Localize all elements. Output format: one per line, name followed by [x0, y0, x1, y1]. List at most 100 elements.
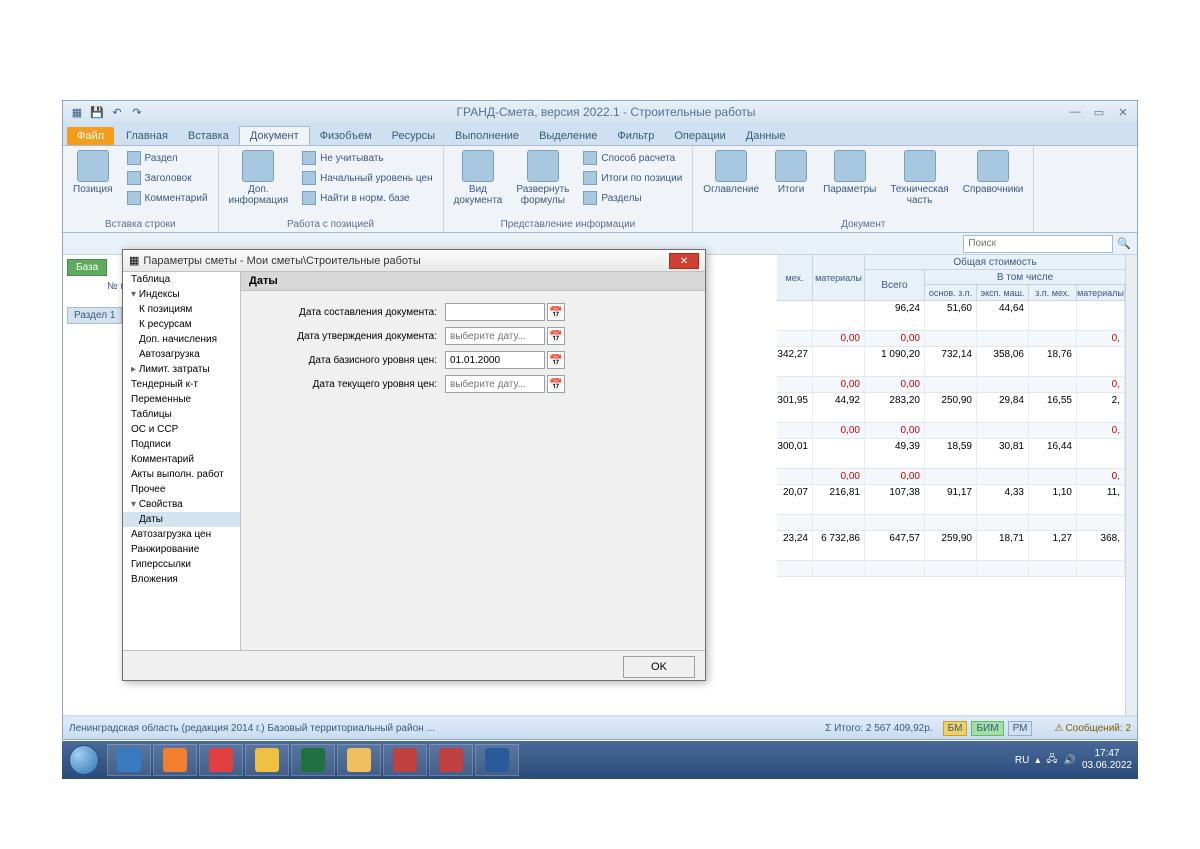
calendar-icon[interactable]: 📅: [547, 351, 565, 369]
taskbar-item-app2[interactable]: [429, 744, 473, 776]
dialog-close-button[interactable]: ✕: [669, 253, 699, 269]
tree-item[interactable]: Доп. начисления: [123, 332, 240, 347]
tree-item[interactable]: Переменные: [123, 392, 240, 407]
razdely-button[interactable]: Разделы: [579, 188, 686, 208]
date-input-0[interactable]: [445, 303, 545, 321]
calendar-icon[interactable]: 📅: [547, 375, 565, 393]
ok-button[interactable]: OK: [623, 656, 695, 678]
oglav-button[interactable]: Оглавление: [699, 148, 763, 197]
table-row[interactable]: 0,000,000,: [777, 469, 1125, 485]
tree-item[interactable]: Индексы: [123, 287, 240, 302]
ribbon-tab-7[interactable]: Выделение: [529, 127, 607, 145]
tree-item[interactable]: К позициям: [123, 302, 240, 317]
tree-item[interactable]: Свойства: [123, 497, 240, 512]
tree-item[interactable]: Прочее: [123, 482, 240, 497]
table-row[interactable]: 96,2451,6044,64: [777, 301, 1125, 331]
ribbon-tab-5[interactable]: Ресурсы: [382, 127, 445, 145]
tech-button[interactable]: Техническаячасть: [886, 148, 952, 208]
table-row[interactable]: 23,246 732,86647,57259,9018,711,27368,: [777, 531, 1125, 561]
table-row[interactable]: 0,000,000,: [777, 377, 1125, 393]
tray-network-icon[interactable]: 🖧: [1046, 752, 1057, 769]
tree-item[interactable]: Лимит. затраты: [123, 362, 240, 377]
ribbon-tab-3[interactable]: Документ: [239, 126, 310, 145]
tree-item[interactable]: К ресурсам: [123, 317, 240, 332]
itogi-button[interactable]: Итоги: [769, 148, 813, 197]
tree-item[interactable]: Автозагрузка: [123, 347, 240, 362]
komment-button[interactable]: Комментарий: [123, 188, 212, 208]
naytinorm-button[interactable]: Найти в норм. базе: [298, 188, 436, 208]
table-row[interactable]: 300,0149,3918,5930,8116,44: [777, 439, 1125, 469]
save-icon[interactable]: 💾: [89, 104, 105, 120]
dopinfo-button[interactable]: Доп.информация: [225, 148, 293, 208]
taskbar-item-opera[interactable]: [199, 744, 243, 776]
search-input[interactable]: [963, 235, 1113, 253]
neuchit-button[interactable]: Не учитывать: [298, 148, 436, 168]
param-button[interactable]: Параметры: [819, 148, 880, 197]
ribbon-tab-0[interactable]: Файл: [67, 127, 114, 145]
taskbar-item-explorer[interactable]: [337, 744, 381, 776]
nachur-button[interactable]: Начальный уровень цен: [298, 168, 436, 188]
tree-item[interactable]: Таблицы: [123, 407, 240, 422]
ribbon-tab-9[interactable]: Операции: [664, 127, 735, 145]
ribbon-tab-10[interactable]: Данные: [736, 127, 796, 145]
date-input-1[interactable]: [445, 327, 545, 345]
tree-item[interactable]: Тендерный к-т: [123, 377, 240, 392]
taskbar-item-word[interactable]: [475, 744, 519, 776]
close-button[interactable]: ✕: [1115, 106, 1131, 119]
taskbar-item-media[interactable]: [153, 744, 197, 776]
search-icon[interactable]: 🔍: [1117, 237, 1131, 250]
calendar-icon[interactable]: 📅: [547, 303, 565, 321]
zagolovok-button[interactable]: Заголовок: [123, 168, 212, 188]
tree-item[interactable]: ОС и ССР: [123, 422, 240, 437]
restore-button[interactable]: ▭: [1091, 106, 1107, 119]
tray-lang[interactable]: RU: [1015, 755, 1029, 766]
tree-item[interactable]: Даты: [123, 512, 240, 527]
tree-item[interactable]: Подписи: [123, 437, 240, 452]
undo-icon[interactable]: ↶: [109, 104, 125, 120]
tree-item[interactable]: Акты выполн. работ: [123, 467, 240, 482]
table-row[interactable]: [777, 515, 1125, 531]
table-row[interactable]: 0,000,000,: [777, 331, 1125, 347]
itogipoz-button[interactable]: Итоги по позиции: [579, 168, 686, 188]
viddok-button[interactable]: Виддокумента: [450, 148, 507, 208]
taskbar-item-ie[interactable]: [107, 744, 151, 776]
dialog-tree[interactable]: ТаблицаИндексыК позициямК ресурсамДоп. н…: [123, 272, 241, 650]
tree-item[interactable]: Ранжирование: [123, 542, 240, 557]
tree-item[interactable]: Вложения: [123, 572, 240, 587]
ribbon-tab-2[interactable]: Вставка: [178, 127, 239, 145]
table-row[interactable]: 342,271 090,20732,14358,0618,76: [777, 347, 1125, 377]
razdel-button[interactable]: Раздел: [123, 148, 212, 168]
ribbon-tab-6[interactable]: Выполнение: [445, 127, 529, 145]
taskbar-item-app1[interactable]: [383, 744, 427, 776]
redo-icon[interactable]: ↷: [129, 104, 145, 120]
minimize-button[interactable]: ―: [1067, 106, 1083, 119]
tray-volume-icon[interactable]: 🔊: [1063, 755, 1075, 766]
sprav-button[interactable]: Справочники: [959, 148, 1028, 197]
ribbon-tab-1[interactable]: Главная: [116, 127, 178, 145]
sposob-button[interactable]: Способ расчета: [579, 148, 686, 168]
ribbon-tab-4[interactable]: Физобъем: [310, 127, 382, 145]
status-badge-bim[interactable]: БИМ: [971, 721, 1003, 736]
tray-clock[interactable]: 17:47 03.06.2022: [1082, 748, 1132, 772]
status-badge-rm[interactable]: РМ: [1008, 721, 1033, 736]
table-row[interactable]: 301,9544,92283,20250,9029,8416,552,: [777, 393, 1125, 423]
tree-item[interactable]: Комментарий: [123, 452, 240, 467]
status-badge-bm[interactable]: БМ: [943, 721, 968, 736]
start-button[interactable]: [62, 741, 106, 779]
tray-chevron-icon[interactable]: ▴: [1035, 755, 1040, 766]
tree-item[interactable]: Автозагрузка цен: [123, 527, 240, 542]
tree-item[interactable]: Гиперссылки: [123, 557, 240, 572]
razvf-button[interactable]: Развернутьформулы: [512, 148, 573, 208]
table-row[interactable]: 20,07216,81107,3891,174,331,1011,: [777, 485, 1125, 515]
date-input-3[interactable]: [445, 375, 545, 393]
ribbon-tab-8[interactable]: Фильтр: [607, 127, 664, 145]
table-row[interactable]: 0,000,000,: [777, 423, 1125, 439]
taskbar-item-excel[interactable]: [291, 744, 335, 776]
status-messages[interactable]: ⚠ Сообщений: 2: [1054, 723, 1131, 734]
tree-item[interactable]: Таблица: [123, 272, 240, 287]
table-row[interactable]: [777, 561, 1125, 577]
vertical-scrollbar[interactable]: [1125, 255, 1137, 715]
date-input-2[interactable]: [445, 351, 545, 369]
pozitsiya-button[interactable]: Позиция: [69, 148, 117, 197]
calendar-icon[interactable]: 📅: [547, 327, 565, 345]
